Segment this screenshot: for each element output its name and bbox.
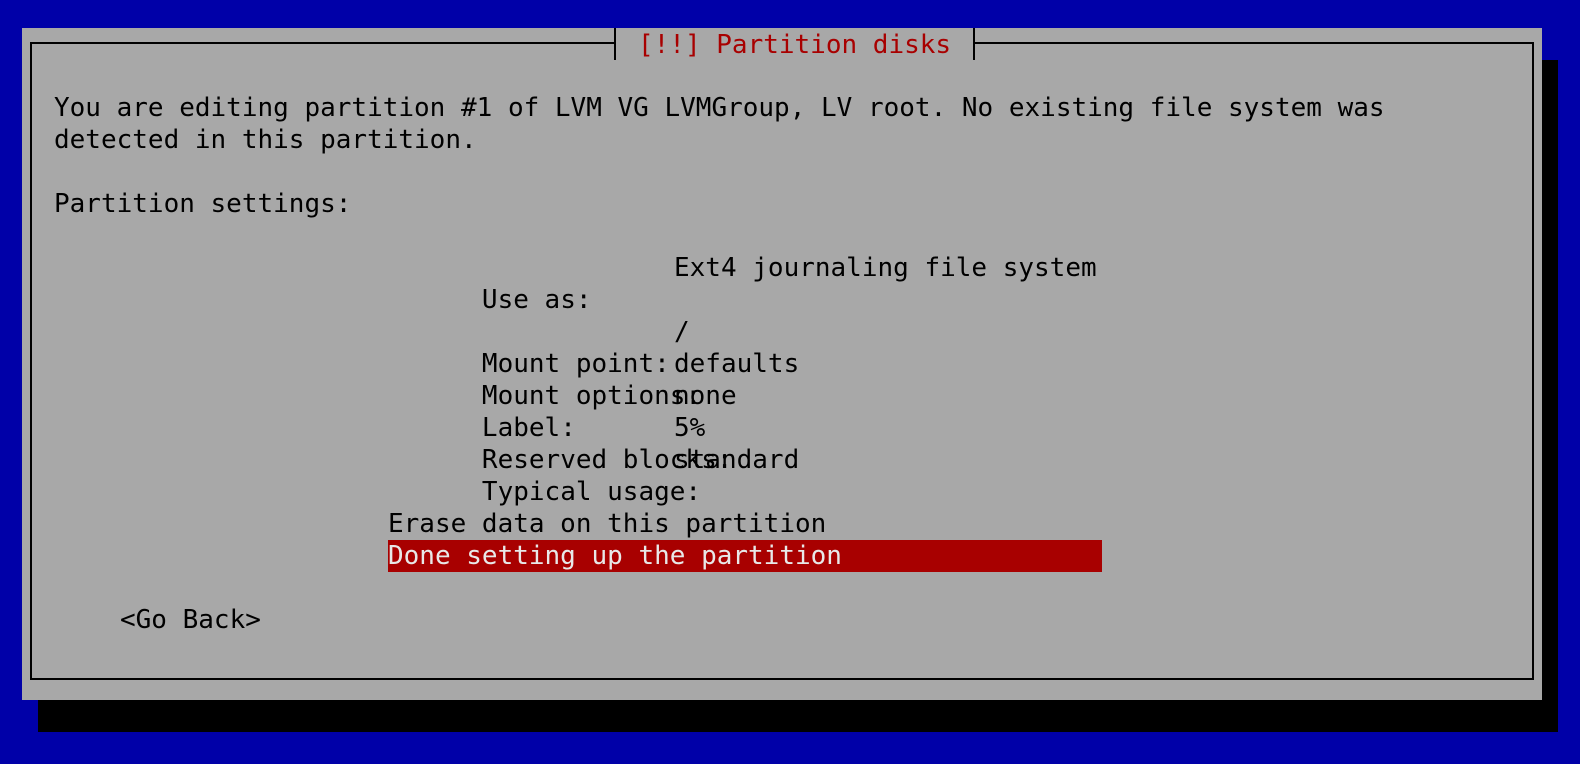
installer-screen: [!!] Partition disks You are editing par… xyxy=(0,0,1580,764)
description-line-1: You are editing partition #1 of LVM VG L… xyxy=(54,93,1385,123)
erase-data-option[interactable]: Erase data on this partition xyxy=(388,508,826,540)
setting-value: Ext4 journaling file system xyxy=(674,253,1097,283)
setting-value: / xyxy=(674,317,690,347)
setting-value: none xyxy=(674,381,737,411)
dialog-title: [!!] Partition disks xyxy=(614,28,976,60)
settings-heading: Partition settings: xyxy=(54,189,352,219)
setting-value: defaults xyxy=(674,349,800,379)
setting-label: Typical usage: xyxy=(481,477,702,507)
go-back-button[interactable]: <Go Back> xyxy=(120,604,261,636)
setting-label: Use as: xyxy=(481,285,592,315)
description-line-2: detected in this partition. xyxy=(54,125,477,155)
setting-value: standard xyxy=(674,445,800,475)
setting-value: 5% xyxy=(674,413,706,443)
partition-dialog: [!!] Partition disks You are editing par… xyxy=(22,28,1542,700)
done-setting-up-option[interactable]: Done setting up the partition xyxy=(388,540,1102,572)
